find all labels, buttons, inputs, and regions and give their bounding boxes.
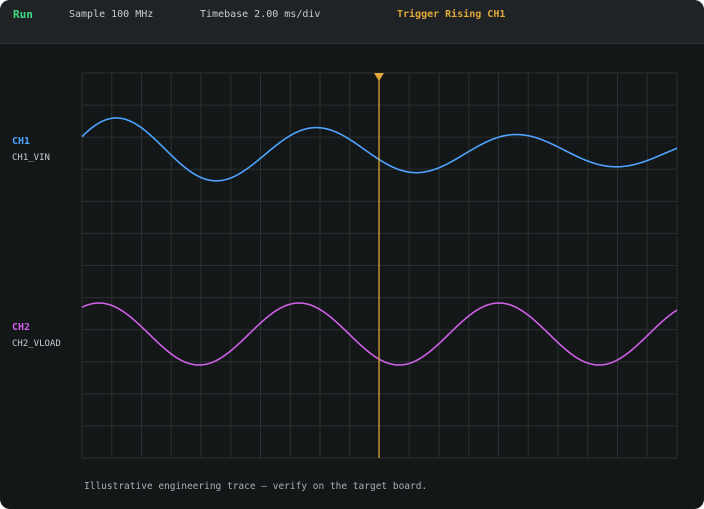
oscilloscope-window: Run Sample 100 MHz Timebase 2.00 ms/div … — [0, 0, 704, 509]
footnote: Illustrative engineering trace — verify … — [84, 481, 428, 492]
ch1-signal-name: CH1_VIN — [12, 153, 50, 163]
scope-display[interactable] — [0, 0, 704, 509]
ch1-label[interactable]: CH1 — [12, 136, 30, 148]
trigger-marker-icon[interactable] — [374, 73, 384, 81]
ch2-label[interactable]: CH2 — [12, 322, 30, 334]
ch2-signal-name: CH2_VLOAD — [12, 339, 61, 349]
